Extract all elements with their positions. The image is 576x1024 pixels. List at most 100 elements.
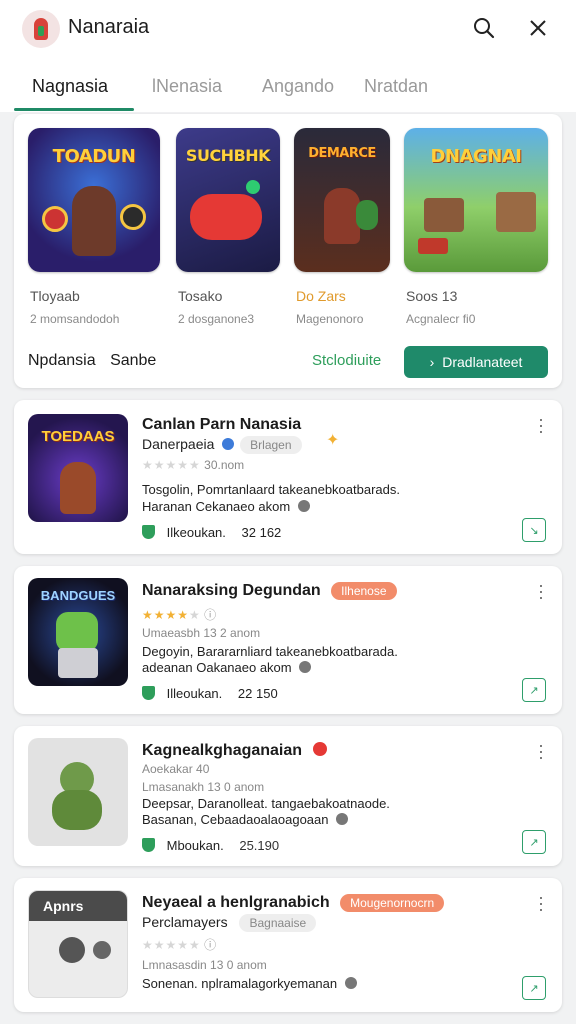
featured-game-3[interactable]: DNAGNAI Soos 13 Acgnalecr fi0 [404,128,548,326]
featured-footer-sublabel: Sanbe [110,352,157,369]
install-icon[interactable]: ↘ [522,518,546,542]
item-meta: Lmasanakh 13 0 anom [142,780,265,794]
close-icon[interactable] [520,10,556,46]
item-tag: Brlagen [240,436,302,454]
item-stat-label: Ilkeoukan. [166,525,226,540]
game-subtitle: Magenonoro [296,312,364,326]
item-art-title: TOEDAAS [41,428,115,445]
item-title: Canlan Parn Nanasia [142,416,302,433]
item-subtitle: Perclamayers [142,914,228,930]
item-title-row: Kagnealkghaganaian [142,742,327,760]
app-logo-icon [22,10,60,48]
featured-carousel: TOADUN Tloyaab 2 momsandodoh SUCHBHK Tos… [14,114,562,388]
active-tab-indicator [14,108,134,111]
primary-action-button[interactable]: › Dradlanateet [404,346,548,378]
item-subtitle-row: Danerpaeia Brlagen [142,436,302,454]
search-icon[interactable] [466,10,502,46]
item-thumbnail: BANDGUES [28,578,128,686]
item-description: Tosgolin, Pomrtanlaard takeanebkoatbarad… [142,482,400,497]
item-stat-row: Ilkeoukan. 32 162 [142,525,281,540]
item-description-row: Sonenan. nplramalagorkyemanan [142,976,357,991]
list-item[interactable]: BANDGUES Nanaraksing Degundan Ilhenose ★… [14,566,562,714]
item-description-text: adeanan Oakanaeo akom [142,660,292,675]
item-stat-label: Mboukan. [166,838,224,853]
item-stat-number: 25.190 [239,838,280,853]
info-icon [299,661,312,673]
install-icon[interactable]: ↗ [522,976,546,1000]
item-stat-row: Illeoukan. 22 150 [142,686,278,701]
featured-game-1[interactable]: SUCHBHK Tosako 2 dosganone3 [176,128,280,326]
list-item[interactable]: Kagnealkghaganaian Aoekakar 40 Lmasanakh… [14,726,562,866]
sparkle-icon: ✦ [326,432,340,449]
game-subtitle: 2 dosganone3 [178,312,255,326]
item-meta: 30.nom [204,458,245,472]
list-item[interactable]: Apnrs Neyaeal a henlgranabich Mougenorno… [14,878,562,1012]
item-tag: Bagnaaise [239,914,317,932]
info-icon [297,500,310,512]
secondary-link[interactable]: Stclodiuite [312,352,381,369]
game-name: Tosako [178,288,223,304]
item-description: Sonenan. nplramalagorkyemanan [142,976,338,991]
game-subtitle: Acgnalecr fi0 [406,312,476,326]
item-title-row: Neyaeal a henlgranabich Mougenornocrn [142,894,445,912]
tab-1[interactable]: lNenasia [152,76,222,97]
item-subtitle-row: Perclamayers Bagnaaise [142,914,317,932]
verified-icon [312,742,327,756]
item-description: Degoyin, Barararnliard takeanebkoatbarad… [142,644,398,659]
item-stat-label: Illeoukan. [166,686,223,701]
game-art-title: DEMARCE [308,146,376,161]
item-meta: Lmnasasdin 13 0 anom [142,958,267,972]
more-icon[interactable]: · · · [538,888,544,918]
featured-game-0[interactable]: TOADUN Tloyaab 2 momsandodoh [28,128,160,326]
game-thumbnail: DEMARCE [294,128,390,272]
item-thumbnail [28,738,128,846]
item-stat-number: 32 162 [241,525,282,540]
game-name: Tloyaab [30,288,80,304]
item-stat-number: 22 150 [237,686,278,701]
more-icon[interactable]: · · · [538,576,544,606]
item-title: Neyaeal a henlgranabich [142,894,330,911]
game-thumbnail: TOADUN [28,128,160,272]
item-meta: Umaeasbh 13 2 anom [142,626,261,640]
top-app-bar: Nanaraia [0,0,576,56]
more-icon[interactable]: · · · [538,410,544,440]
item-thumbnail: TOEDAAS [28,414,128,522]
game-name: Do Zars [296,288,346,304]
app-title: Nanaraia [68,16,150,38]
item-description-text: Haranan Cekanaeo akom [142,499,291,514]
game-art-title: DNAGNAI [430,146,522,167]
rating-stars: ★★★★★ ⓘ [142,938,217,952]
item-art-title: Apnrs [29,891,127,921]
rating-stars: ★★★★★ [142,458,201,472]
tab-3[interactable]: Nratdan [364,76,428,97]
item-description-2: adeanan Oakanaeo akom [142,660,312,675]
item-description-text: Basanan, Cebaadaoalaoagoaan [142,812,329,827]
rating-stars: ★★★★★ ⓘ [142,608,217,622]
install-icon[interactable]: ↗ [522,678,546,702]
game-subtitle: 2 momsandodoh [30,312,120,326]
item-title: Nanaraksing Degundan [142,582,321,599]
featured-game-2[interactable]: DEMARCE Do Zars Magenonoro [294,128,390,326]
item-title: Kagnealkghaganaian [142,742,303,759]
shield-icon [142,525,155,539]
tab-bar: Nagnasia lNenasia Angando Nratdan [0,56,576,112]
arrow-right-icon: › [429,354,435,370]
item-tag-2: Mougenornocrn [340,894,445,912]
featured-footer: Npdansia Sanbe [28,352,166,370]
list-item[interactable]: TOEDAAS Canlan Parn Nanasia Danerpaeia B… [14,400,562,554]
tab-0[interactable]: Nagnasia [32,76,108,97]
shield-icon [142,686,155,700]
item-meta-row: ★★★★★ 30.nom [142,458,244,472]
more-icon[interactable]: · · · [538,736,544,766]
verified-icon [222,438,235,450]
info-icon [336,813,349,825]
item-description: Deepsar, Daranolleat. tangaebakoatnaode. [142,796,390,811]
info-icon [344,977,357,989]
tab-2[interactable]: Angando [262,76,334,97]
item-title-row: Nanaraksing Degundan Ilhenose [142,582,397,600]
item-thumbnail: Apnrs [28,890,128,998]
install-icon[interactable]: ↗ [522,830,546,854]
item-stat-row: Mboukan. 25.190 [142,838,279,853]
item-tag: Ilhenose [331,582,397,600]
item-subtitle: Aoekakar 40 [142,762,210,776]
